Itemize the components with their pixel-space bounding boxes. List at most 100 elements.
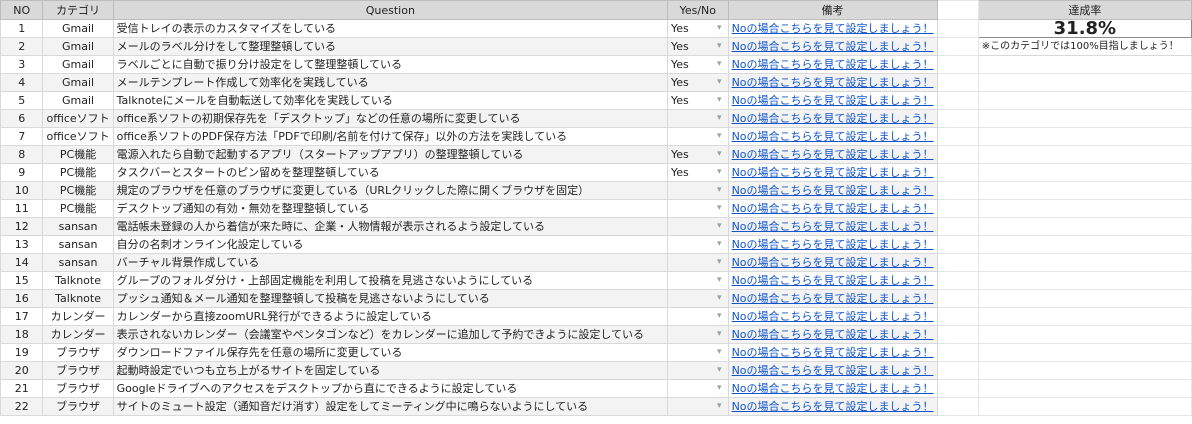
notes-cell[interactable]: Noの場合こちらを見て設定しましょう！ [727,37,938,56]
empty-cell[interactable] [936,91,979,110]
empty-cell[interactable] [977,379,1192,398]
category-cell[interactable]: カレンダー [42,325,114,344]
empty-cell[interactable] [936,343,979,362]
category-cell[interactable]: Gmail [42,37,114,56]
row-number-cell[interactable]: 15 [0,271,44,290]
question-cell[interactable]: 表示されないカレンダー（会議室やペンタゴンなど）をカレンダーに追加して予約できよ… [112,325,669,344]
empty-cell[interactable] [936,127,979,146]
notes-cell[interactable]: Noの場合こちらを見て設定しましょう！ [727,271,938,290]
chevron-down-icon[interactable]: ▾ [717,273,722,289]
chevron-down-icon[interactable]: ▾ [717,165,722,181]
empty-cell[interactable] [977,73,1192,92]
row-number-cell[interactable]: 17 [0,307,44,326]
setup-guide-link[interactable]: Noの場合こちらを見て設定しましょう！ [732,400,934,413]
empty-cell[interactable] [936,0,979,20]
empty-cell[interactable] [977,181,1192,200]
notes-cell[interactable]: Noの場合こちらを見て設定しましょう！ [727,109,938,128]
question-cell[interactable]: 規定のブラウザを任意のブラウザに変更している（URLクリックした際に開くブラウザ… [112,181,669,200]
question-cell[interactable]: Googleドライブへのアクセスをデスクトップから直にできるように設定している [112,379,669,398]
question-cell[interactable]: office系ソフトのPDF保存方法「PDFで印刷/名前を付けて保存」以外の方法… [112,127,669,146]
yesno-dropdown-cell[interactable]: ▾ [667,361,729,380]
setup-guide-link[interactable]: Noの場合こちらを見て設定しましょう！ [732,40,934,53]
empty-cell[interactable] [936,253,979,272]
empty-cell[interactable] [977,235,1192,254]
yesno-dropdown-cell[interactable]: Yes ▾ [667,73,729,92]
notes-cell[interactable]: Noの場合こちらを見て設定しましょう！ [727,397,938,416]
empty-cell[interactable] [977,271,1192,290]
row-number-cell[interactable]: 20 [0,361,44,380]
yesno-dropdown-cell[interactable]: ▾ [667,307,729,326]
empty-cell[interactable] [977,217,1192,236]
question-cell[interactable]: カレンダーから直接zoomURL発行ができるように設定している [112,307,669,326]
row-number-cell[interactable]: 8 [0,145,44,164]
yesno-dropdown-cell[interactable]: ▾ [667,397,729,416]
category-cell[interactable]: officeソフト [42,127,114,146]
row-number-cell[interactable]: 10 [0,181,44,200]
empty-cell[interactable] [977,145,1192,164]
notes-cell[interactable]: Noの場合こちらを見て設定しましょう！ [727,163,938,182]
row-number-cell[interactable]: 7 [0,127,44,146]
empty-cell[interactable] [977,163,1192,182]
empty-cell[interactable] [977,361,1192,380]
question-cell[interactable]: バーチャル背景作成している [112,253,669,272]
setup-guide-link[interactable]: Noの場合こちらを見て設定しましょう！ [732,364,934,377]
chevron-down-icon[interactable]: ▾ [717,237,722,253]
empty-cell[interactable] [936,325,979,344]
empty-cell[interactable] [936,55,979,74]
yesno-dropdown-cell[interactable]: ▾ [667,289,729,308]
row-number-cell[interactable]: 21 [0,379,44,398]
question-cell[interactable]: タスクバーとスタートのピン留めを整理整頓している [112,163,669,182]
question-cell[interactable]: 受信トレイの表示のカスタマイズをしている [112,19,669,38]
question-cell[interactable]: Talknoteにメールを自動転送して効率化を実践している [112,91,669,110]
notes-cell[interactable]: Noの場合こちらを見て設定しましょう！ [727,289,938,308]
yesno-dropdown-cell[interactable]: ▾ [667,199,729,218]
yesno-dropdown-cell[interactable]: ▾ [667,271,729,290]
notes-cell[interactable]: Noの場合こちらを見て設定しましょう！ [727,73,938,92]
row-number-cell[interactable]: 14 [0,253,44,272]
notes-cell[interactable]: Noの場合こちらを見て設定しましょう！ [727,361,938,380]
notes-cell[interactable]: Noの場合こちらを見て設定しましょう！ [727,199,938,218]
empty-cell[interactable] [977,289,1192,308]
question-cell[interactable]: 電話帳未登録の人から着信が来た時に、企業・人物情報が表示されるよう設定している [112,217,669,236]
category-cell[interactable]: ブラウザ [42,361,114,380]
empty-cell[interactable] [977,55,1192,74]
empty-cell[interactable] [936,217,979,236]
setup-guide-link[interactable]: Noの場合こちらを見て設定しましょう！ [732,310,934,323]
category-cell[interactable]: Gmail [42,19,114,38]
row-number-cell[interactable]: 22 [0,397,44,416]
notes-cell[interactable]: Noの場合こちらを見て設定しましょう！ [727,19,938,38]
header-rate[interactable]: 達成率 [977,0,1192,20]
setup-guide-link[interactable]: Noの場合こちらを見て設定しましょう！ [732,256,934,269]
yesno-dropdown-cell[interactable]: Yes ▾ [667,91,729,110]
notes-cell[interactable]: Noの場合こちらを見て設定しましょう！ [727,235,938,254]
row-number-cell[interactable]: 2 [0,37,44,56]
empty-cell[interactable] [977,91,1192,110]
question-cell[interactable]: 自分の名刺オンライン化設定している [112,235,669,254]
notes-cell[interactable]: Noの場合こちらを見て設定しましょう！ [727,343,938,362]
question-cell[interactable]: デスクトップ通知の有効・無効を整理整頓している [112,199,669,218]
row-number-cell[interactable]: 5 [0,91,44,110]
empty-cell[interactable] [936,361,979,380]
notes-cell[interactable]: Noの場合こちらを見て設定しましょう！ [727,55,938,74]
row-number-cell[interactable]: 11 [0,199,44,218]
question-cell[interactable]: サイトのミュート設定（通知音だけ消す）設定をしてミーティング中に鳴らないようにし… [112,397,669,416]
row-number-cell[interactable]: 3 [0,55,44,74]
yesno-dropdown-cell[interactable]: ▾ [667,217,729,236]
empty-cell[interactable] [936,307,979,326]
empty-cell[interactable] [936,19,979,38]
yesno-dropdown-cell[interactable]: Yes ▾ [667,163,729,182]
chevron-down-icon[interactable]: ▾ [717,345,722,361]
empty-cell[interactable] [977,253,1192,272]
empty-cell[interactable] [977,127,1192,146]
empty-cell[interactable] [936,145,979,164]
empty-cell[interactable] [936,37,979,56]
row-number-cell[interactable]: 1 [0,19,44,38]
empty-cell[interactable] [977,343,1192,362]
row-number-cell[interactable]: 12 [0,217,44,236]
empty-cell[interactable] [977,199,1192,218]
setup-guide-link[interactable]: Noの場合こちらを見て設定しましょう！ [732,292,934,305]
chevron-down-icon[interactable]: ▾ [717,363,722,379]
achievement-rate-value[interactable]: 31.8% [977,19,1192,38]
row-number-cell[interactable]: 16 [0,289,44,308]
chevron-down-icon[interactable]: ▾ [717,291,722,307]
